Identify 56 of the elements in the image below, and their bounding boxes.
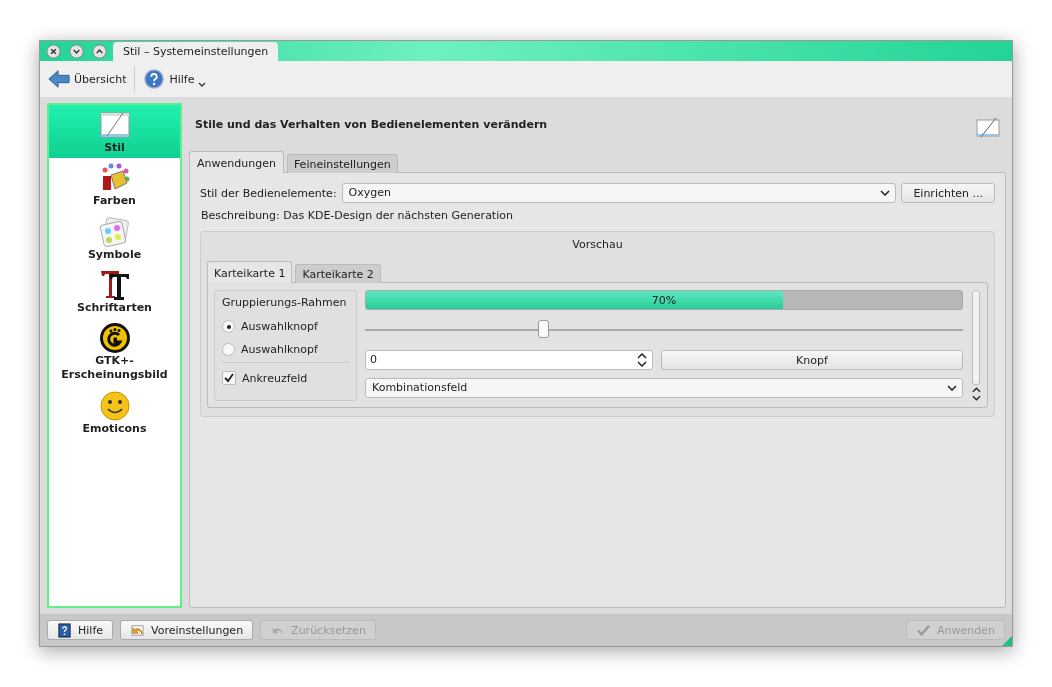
window-icon bbox=[98, 109, 131, 141]
scroll-down-icon[interactable] bbox=[971, 395, 981, 401]
sidebar-item[interactable]: Symbole bbox=[49, 211, 180, 265]
checkmark-icon bbox=[916, 622, 932, 638]
palette-icon bbox=[98, 215, 131, 248]
foot-logo-icon bbox=[98, 322, 131, 355]
group-title: Gruppierungs-Rahmen bbox=[222, 296, 348, 309]
style-dropdown[interactable]: Oxygen bbox=[341, 183, 897, 203]
letter-t-icon bbox=[98, 268, 131, 301]
radio-button[interactable] bbox=[222, 320, 235, 333]
tab[interactable]: Karteikarte 2 bbox=[295, 264, 381, 283]
scrollbar[interactable] bbox=[972, 290, 980, 385]
radio-button[interactable] bbox=[222, 343, 235, 356]
arrow-left-icon bbox=[48, 69, 70, 89]
sidebar-item[interactable]: Emoticons bbox=[49, 385, 180, 440]
overview-button[interactable]: Übersicht bbox=[46, 67, 129, 91]
checkbox[interactable] bbox=[222, 371, 236, 385]
sidebar-item[interactable]: Farben bbox=[49, 158, 180, 212]
checkbox-label: Ankreuzfeld bbox=[242, 371, 308, 385]
window-icon bbox=[976, 117, 1000, 139]
close-icon[interactable] bbox=[46, 43, 61, 59]
page-heading: Stile und das Verhalten von Bedienelementen verändern bbox=[195, 117, 548, 131]
chevron-down-icon bbox=[947, 385, 957, 391]
combo-box[interactable]: Kombinationsfeld bbox=[365, 378, 963, 398]
checkbox-option[interactable]: Ankreuzfeld bbox=[222, 371, 349, 385]
tab[interactable]: Anwendungen bbox=[189, 151, 284, 173]
scroll-up-icon[interactable] bbox=[971, 387, 981, 393]
minimize-icon[interactable] bbox=[69, 43, 84, 59]
radio-label: Auswahlknopf bbox=[241, 343, 318, 356]
defaults-button[interactable]: Voreinstellungen bbox=[120, 620, 254, 640]
radio-option[interactable]: Auswahlknopf bbox=[222, 320, 349, 333]
help-icon bbox=[143, 69, 166, 89]
window-title: Stil – Systemeinstellungen bbox=[113, 42, 279, 61]
spin-box[interactable]: 0 bbox=[365, 350, 653, 370]
resize-grip-icon[interactable] bbox=[1002, 636, 1012, 646]
help-button[interactable]: Hilfe bbox=[141, 67, 209, 91]
style-label: Stil der Bedienelemente: bbox=[200, 186, 337, 200]
help-button[interactable]: Hilfe bbox=[47, 620, 114, 640]
smiley-icon bbox=[98, 389, 131, 422]
radio-option[interactable]: Auswahlknopf bbox=[222, 343, 349, 356]
slider-handle[interactable] bbox=[538, 320, 550, 338]
tab[interactable]: Feineinstellungen bbox=[286, 154, 398, 173]
maximize-icon[interactable] bbox=[92, 43, 107, 59]
sidebar-item[interactable]: GTK+- Erscheinungsbild bbox=[49, 318, 180, 386]
spin-arrows-icon bbox=[637, 353, 647, 367]
configure-button[interactable]: Einrichten ... bbox=[901, 183, 995, 203]
preview-title: Vorschau bbox=[571, 237, 624, 253]
progress-text: 70% bbox=[650, 294, 678, 307]
description-text: Beschreibung: Das KDE-Design der nächsten Generation bbox=[201, 209, 514, 222]
sidebar-item[interactable]: Schriftarten bbox=[49, 264, 180, 319]
radio-label: Auswahlknopf bbox=[241, 320, 318, 333]
chevron-down-icon bbox=[880, 190, 891, 196]
push-button[interactable]: Knopf bbox=[661, 350, 963, 370]
help-book-icon bbox=[57, 622, 72, 638]
sidebar-item[interactable]: Stil bbox=[49, 105, 180, 159]
tab[interactable]: Karteikarte 1 bbox=[207, 261, 293, 283]
